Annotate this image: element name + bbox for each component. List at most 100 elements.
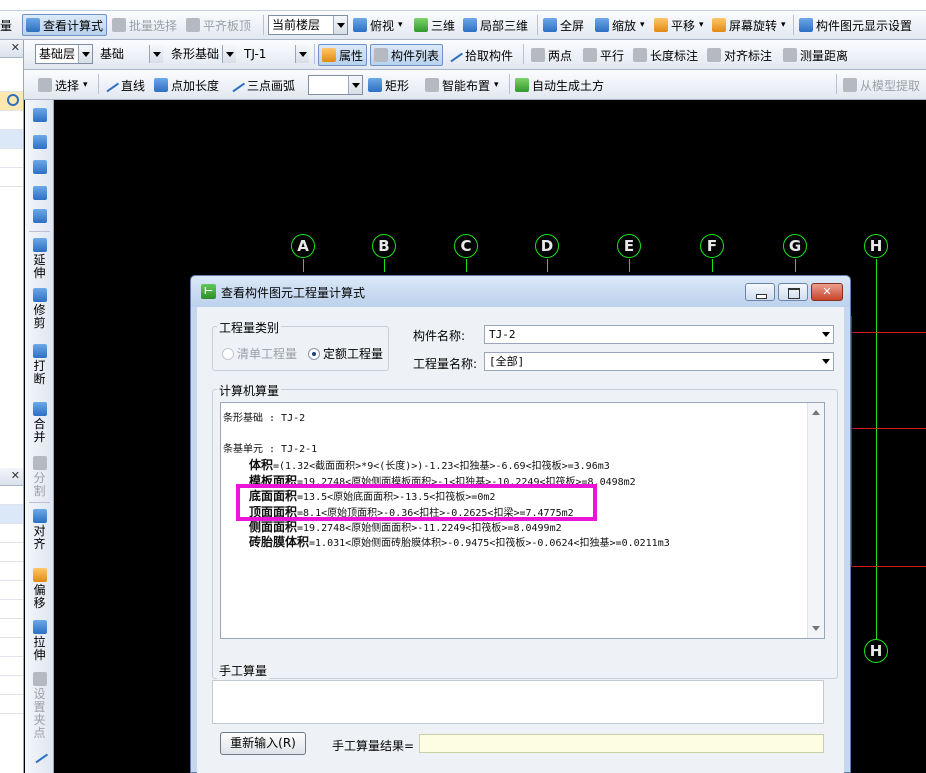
panel-row[interactable] <box>0 581 23 600</box>
toolbar-component: 基础层 基础 条形基础 TJ-1 属性 构件列表 拾取构件 两点 平行 长度标注… <box>0 40 926 70</box>
stretch-tool[interactable]: 拉伸 <box>25 620 54 662</box>
manual-result-field[interactable] <box>419 734 824 753</box>
axis-bubble-b: B <box>372 234 396 258</box>
reenter-button[interactable]: 重新输入(R) <box>220 732 306 755</box>
properties-button[interactable]: 属性 <box>318 44 368 66</box>
panel-row[interactable] <box>0 695 23 714</box>
maximize-button[interactable] <box>778 283 808 301</box>
fullscreen-button[interactable]: 全屏 <box>543 14 584 36</box>
panel-row[interactable] <box>0 600 23 619</box>
display-settings-button[interactable]: 构件图元显示设置 <box>799 14 912 36</box>
select-button[interactable]: 选择 <box>38 74 88 96</box>
manual-calc-input[interactable] <box>212 680 824 724</box>
left-panel-lower: ✕ <box>0 468 24 773</box>
arc-button[interactable]: 三点画弧 <box>228 74 295 96</box>
chevron-down-icon <box>222 45 236 63</box>
scroll-down-icon[interactable] <box>812 626 820 635</box>
merge-tool[interactable]: 合并 <box>25 402 54 444</box>
radio-quota-quantity[interactable]: 定额工程量 <box>308 345 383 362</box>
copy-tool[interactable] <box>25 135 54 151</box>
manual-result-label: 手工算量结果= <box>332 739 415 753</box>
split-tool[interactable]: 分割 <box>25 456 54 498</box>
search-icon[interactable] <box>7 94 19 106</box>
quantity-name-select[interactable]: [全部] <box>484 352 834 371</box>
component-name-select[interactable]: TJ-2 <box>484 325 834 344</box>
panel-row[interactable] <box>0 524 23 543</box>
floor-select[interactable]: 当前楼层 <box>268 15 348 35</box>
panel-row[interactable] <box>0 168 23 187</box>
extract-from-model-button[interactable]: 从模型提取 <box>843 74 920 96</box>
auto-earthwork-button[interactable]: 自动生成土方 <box>515 74 604 96</box>
trim-tool[interactable]: 修剪 <box>25 288 54 330</box>
close-icon[interactable]: ✕ <box>11 41 20 54</box>
panel-row[interactable] <box>0 657 23 676</box>
panel-row[interactable] <box>0 676 23 695</box>
smart-layout-button[interactable]: 智能布置 <box>425 74 499 96</box>
arc-mode-select[interactable] <box>308 75 363 95</box>
view-top-button[interactable]: 俯视 <box>353 14 403 36</box>
cube-3d-icon <box>414 18 428 32</box>
view-calc-button[interactable]: 查看计算式 <box>22 14 108 36</box>
dialog-titlebar[interactable]: ⊢ 查看构件图元工程量计算式 <box>191 276 850 307</box>
move-tool[interactable] <box>25 186 54 202</box>
mirror-icon <box>32 160 47 174</box>
panel-row[interactable] <box>0 638 23 657</box>
break-icon <box>32 344 47 358</box>
rotate-tool[interactable] <box>25 209 54 225</box>
mirror-tool[interactable] <box>25 160 54 176</box>
quantity-name-label: 工程量名称: <box>413 357 478 371</box>
panel-row[interactable] <box>0 111 23 130</box>
panel-row[interactable] <box>0 562 23 581</box>
extend-tool[interactable]: 延伸 <box>25 238 54 280</box>
chevron-down-icon <box>78 45 92 63</box>
length-dim-button[interactable]: 长度标注 <box>633 44 698 66</box>
category-select[interactable]: 基础 <box>96 44 164 64</box>
scroll-up-icon[interactable] <box>812 406 820 415</box>
calculator-icon <box>26 18 40 32</box>
break-tool[interactable]: 打断 <box>25 344 54 386</box>
panel-row[interactable] <box>0 543 23 562</box>
pick-component-button[interactable]: 拾取构件 <box>446 44 513 66</box>
set-grip-tool[interactable]: 设置夹点 <box>25 672 54 740</box>
element-select[interactable]: TJ-1 <box>240 44 310 64</box>
more-icon <box>31 748 48 764</box>
vertical-scrollbar[interactable] <box>807 403 824 638</box>
close-icon[interactable]: ✕ <box>11 469 20 482</box>
radio-bill-quantity[interactable]: 清单工程量 <box>222 345 297 362</box>
type-select[interactable]: 条形基础 <box>167 44 237 64</box>
aligned-dim-button[interactable]: 对齐标注 <box>707 44 772 66</box>
zoom-button[interactable]: 缩放 <box>595 14 645 36</box>
parallel-button[interactable]: 平行 <box>583 44 624 66</box>
layer-select[interactable]: 基础层 <box>35 44 93 64</box>
split-icon <box>32 456 47 470</box>
pan-button[interactable]: 平移 <box>654 14 704 36</box>
minimize-button[interactable] <box>745 283 775 301</box>
batch-select-button[interactable]: 批量选择 <box>112 14 177 36</box>
level-slab-button[interactable]: 平齐板顶 <box>186 14 251 36</box>
panel-row[interactable] <box>0 486 23 505</box>
calc-line-component: 条形基础 : TJ-2 <box>223 413 306 424</box>
point-length-button[interactable]: 点加长度 <box>154 74 219 96</box>
axis-line <box>712 259 713 272</box>
panel-row[interactable] <box>0 619 23 638</box>
rotate-screen-button[interactable]: 屏幕旋转 <box>712 14 786 36</box>
view-local-3d-button[interactable]: 局部三维 <box>463 14 528 36</box>
component-list-button[interactable]: 构件列表 <box>370 44 444 66</box>
line-button[interactable]: 直线 <box>102 74 145 96</box>
toolbar-partial-item[interactable]: 量 <box>0 14 12 36</box>
align-tool[interactable]: 对齐 <box>25 509 54 551</box>
brush-icon <box>32 108 47 122</box>
more-tool[interactable] <box>25 748 54 764</box>
panel-row[interactable] <box>0 130 23 149</box>
close-button[interactable] <box>811 283 843 301</box>
measure-button[interactable]: 测量距离 <box>783 44 848 66</box>
red-element-line <box>851 566 926 567</box>
offset-tool[interactable]: 偏移 <box>25 568 54 610</box>
brush-tool[interactable] <box>25 108 54 124</box>
rect-button[interactable]: 矩形 <box>368 74 409 96</box>
panel-row[interactable] <box>0 58 23 92</box>
view-3d-button[interactable]: 三维 <box>414 14 455 36</box>
panel-row[interactable] <box>0 149 23 168</box>
two-points-button[interactable]: 两点 <box>531 44 572 66</box>
panel-row[interactable] <box>0 505 23 524</box>
